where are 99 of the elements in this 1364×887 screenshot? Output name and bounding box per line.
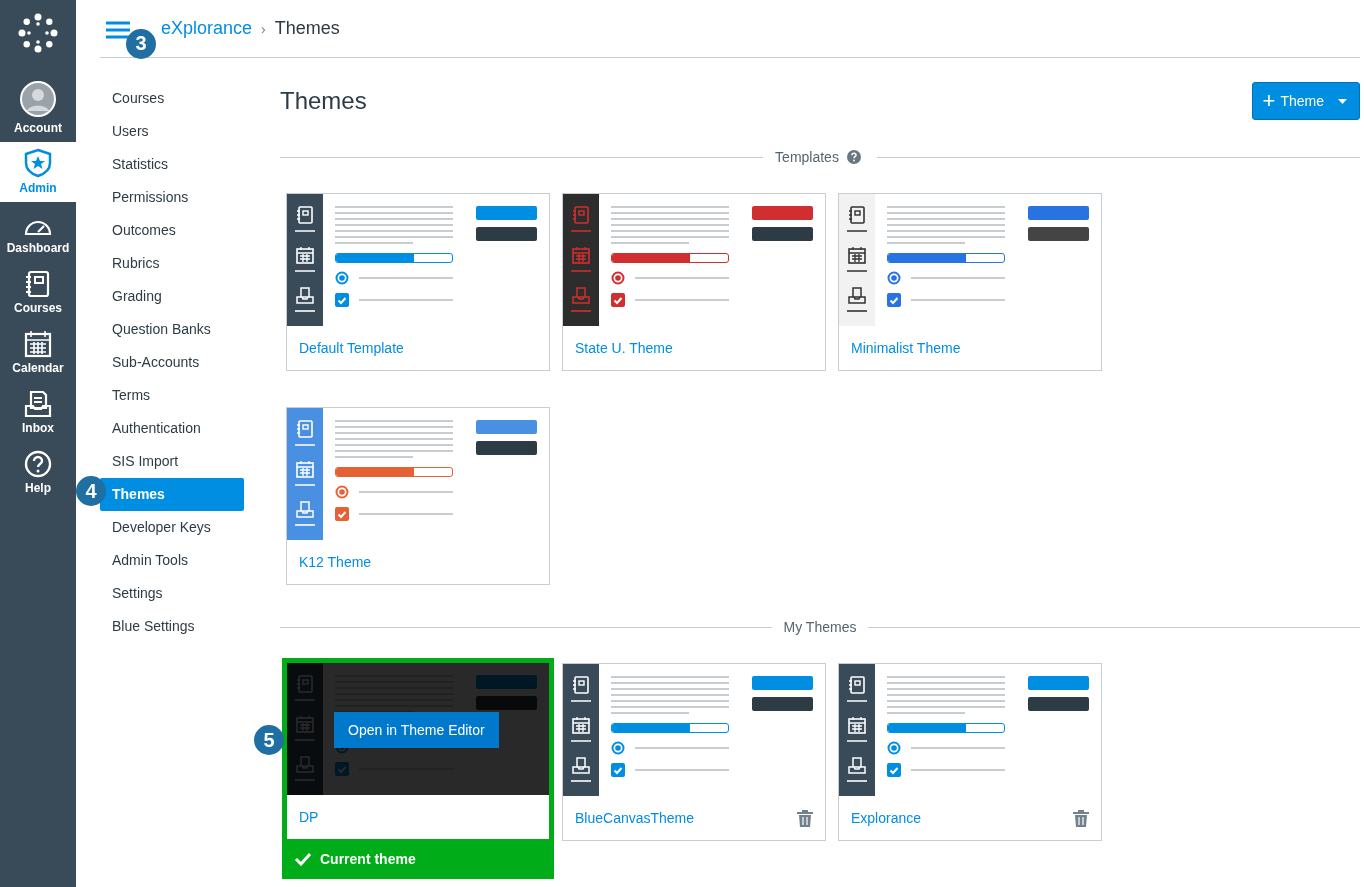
nav-link[interactable]: Settings (100, 577, 244, 610)
radio-icon (335, 271, 349, 285)
theme-card[interactable]: BlueCanvasTheme (562, 663, 826, 841)
notebook-icon (25, 270, 51, 298)
notebook-icon (847, 206, 867, 234)
notebook-icon (295, 206, 315, 234)
nav-item[interactable]: Courses (0, 262, 76, 322)
nav-link[interactable]: Sub-Accounts (100, 346, 244, 379)
radio-icon (335, 485, 349, 499)
help-icon (24, 450, 52, 478)
nav-item[interactable]: Calendar (0, 322, 76, 382)
trash-icon[interactable] (1073, 809, 1089, 827)
radio-icon (887, 741, 901, 755)
nav-link[interactable]: Question Banks (100, 313, 244, 346)
nav-item[interactable]: Inbox (0, 382, 76, 442)
step-callout: 4 (76, 476, 106, 506)
theme-card[interactable]: Minimalist Theme (838, 193, 1102, 371)
breadcrumb-current: Themes (274, 18, 340, 39)
menu-icon[interactable] (106, 20, 130, 39)
theme-name-link[interactable]: K12 Theme (299, 554, 372, 570)
theme-card[interactable]: State U. Theme (562, 193, 826, 371)
radio-icon (611, 271, 625, 285)
calendar-icon (571, 246, 591, 274)
shield-icon (23, 148, 53, 178)
section-heading: Templates (774, 149, 840, 165)
avatar-icon (19, 80, 57, 118)
notebook-icon (571, 206, 591, 234)
nav-link[interactable]: Authentication (100, 412, 244, 445)
nav-link[interactable]: Rubrics (100, 247, 244, 280)
nav-link[interactable]: Blue Settings (100, 610, 244, 643)
nav-link[interactable]: Admin Tools (100, 544, 244, 577)
inbox-icon (571, 756, 591, 784)
theme-card[interactable]: Open in Theme Editor DP Current theme (282, 658, 554, 879)
check-icon (294, 852, 312, 866)
theme-name-link[interactable]: Minimalist Theme (851, 340, 961, 356)
calendar-icon (295, 246, 315, 274)
notebook-icon (847, 676, 867, 704)
checkbox-icon (335, 507, 349, 521)
breadcrumb-link[interactable]: eXplorance (161, 18, 253, 39)
inbox-icon (847, 756, 867, 784)
radio-icon (611, 741, 625, 755)
nav-link[interactable]: Statistics (100, 148, 244, 181)
checkbox-icon (887, 763, 901, 777)
inbox-icon (571, 286, 591, 314)
help-icon[interactable] (846, 150, 861, 164)
calendar-icon (847, 246, 867, 274)
inbox-icon (295, 286, 315, 314)
nav-link[interactable]: Permissions (100, 181, 244, 214)
button-swatch (752, 697, 813, 711)
button-swatch (476, 441, 537, 455)
theme-name-link[interactable]: DP (299, 809, 319, 825)
logo-icon[interactable] (18, 13, 58, 53)
theme-name-link[interactable]: Explorance (851, 810, 922, 826)
theme-name-link[interactable]: Default Template (299, 340, 404, 356)
nav-link[interactable]: Grading (100, 280, 244, 313)
calendar-icon (847, 716, 867, 744)
notebook-icon (295, 420, 315, 448)
theme-card[interactable]: Default Template (286, 193, 550, 371)
checkbox-icon (887, 293, 901, 307)
theme-name-link[interactable]: State U. Theme (575, 340, 673, 356)
checkbox-icon (335, 293, 349, 307)
section-heading: My Themes (782, 619, 858, 635)
calendar-icon (24, 330, 52, 358)
button-swatch (1028, 227, 1089, 241)
nav-item[interactable]: Help (0, 442, 76, 502)
checkbox-icon (611, 293, 625, 307)
button-swatch (476, 227, 537, 241)
button-swatch (1028, 697, 1089, 711)
trash-icon[interactable] (797, 809, 813, 827)
breadcrumb-separator: › (261, 20, 266, 37)
nav-link[interactable]: Outcomes (100, 214, 244, 247)
notebook-icon (571, 676, 591, 704)
inbox-icon (24, 390, 52, 418)
inbox-icon (847, 286, 867, 314)
caret-icon (1338, 98, 1347, 104)
theme-name-link[interactable]: BlueCanvasTheme (575, 810, 695, 826)
nav-item[interactable]: Account (0, 74, 76, 142)
nav-link[interactable]: SIS Import (100, 445, 244, 478)
step-callout: 3 (126, 28, 156, 59)
calendar-icon (571, 716, 591, 744)
nav-link[interactable]: Users (100, 115, 244, 148)
nav-link[interactable]: Terms (100, 379, 244, 412)
inbox-icon (295, 500, 315, 528)
open-editor-button[interactable]: Open in Theme Editor (334, 712, 499, 748)
step-callout: 5 (254, 725, 284, 755)
nav-item[interactable]: Admin (0, 142, 76, 202)
nav-link[interactable]: Courses (100, 82, 244, 115)
theme-card[interactable]: K12 Theme (286, 407, 550, 585)
nav-item[interactable]: Dashboard (0, 202, 76, 262)
page-title: Themes (280, 87, 367, 115)
button-swatch (752, 227, 813, 241)
nav-link[interactable]: Developer Keys (100, 511, 244, 544)
radio-icon (887, 271, 901, 285)
add-theme-button[interactable]: + Theme (1251, 82, 1360, 120)
calendar-icon (295, 460, 315, 488)
nav-link[interactable]: Themes (100, 478, 244, 511)
checkbox-icon (611, 763, 625, 777)
theme-card[interactable]: Explorance (838, 663, 1102, 841)
current-theme-label: Current theme (320, 851, 416, 867)
